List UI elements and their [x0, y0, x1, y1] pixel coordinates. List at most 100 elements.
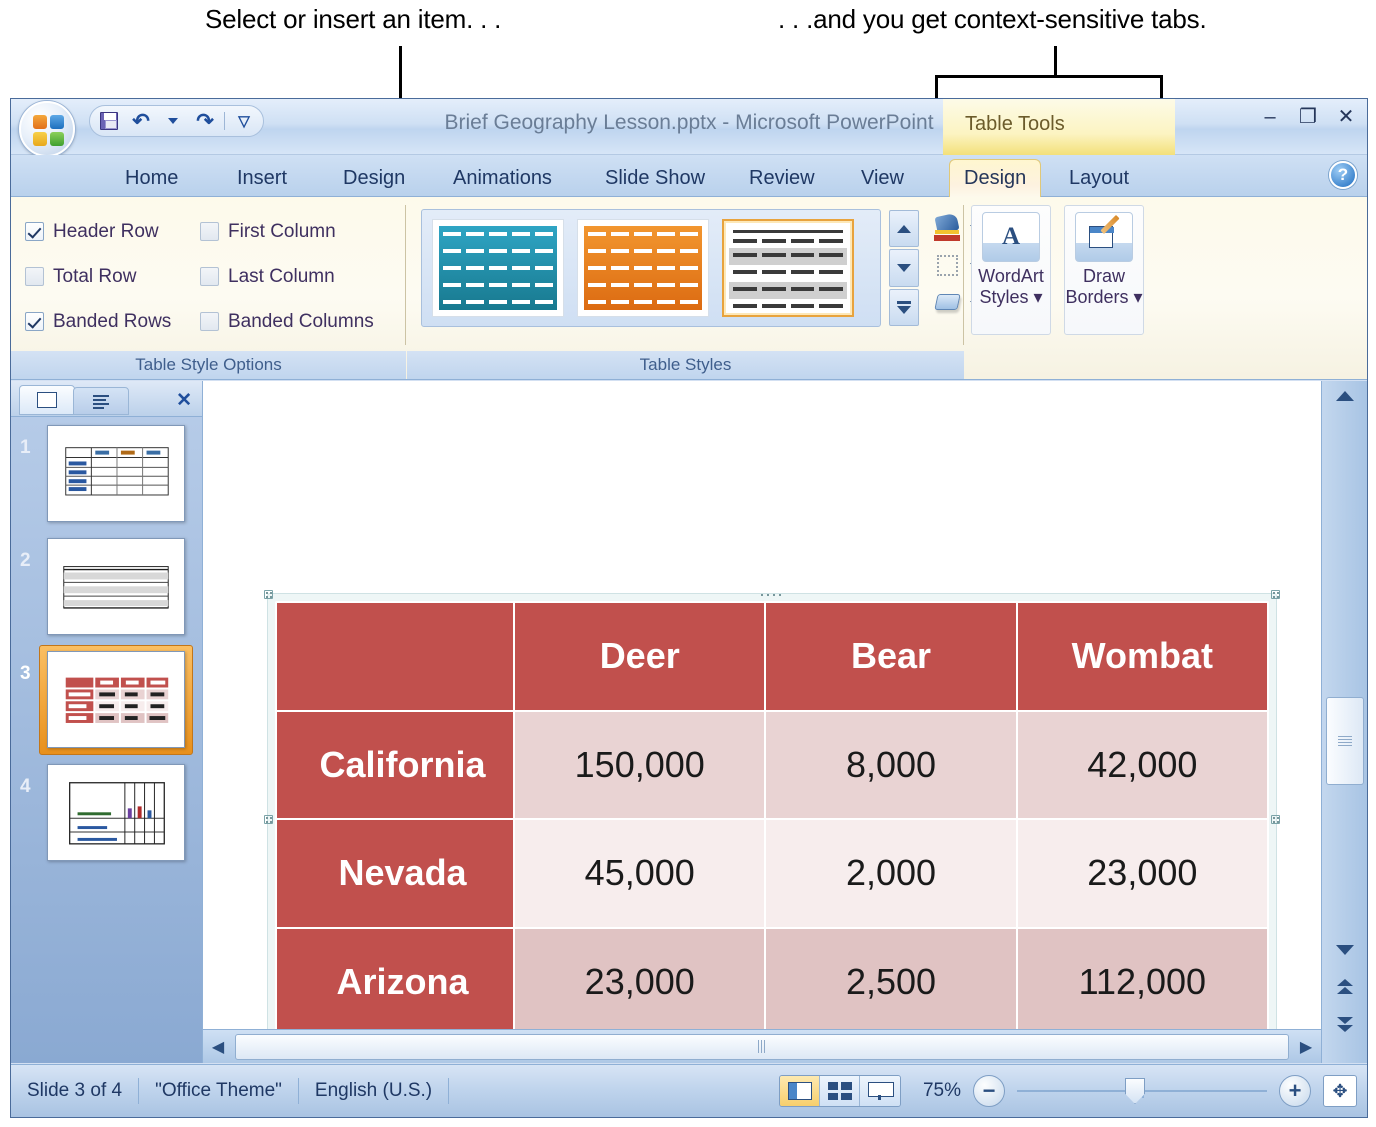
ribbon-group-wordart-styles: A WordArt Styles ▾ — [965, 197, 1057, 379]
table-cell[interactable]: 150,000 — [513, 709, 767, 820]
horizontal-scroll-thumb[interactable] — [235, 1033, 1289, 1060]
caret-up-icon — [1335, 391, 1354, 401]
table-row-label-california[interactable]: California — [275, 709, 516, 820]
tab-view[interactable]: View — [847, 159, 918, 197]
gallery-item-table-style-plain[interactable] — [722, 219, 854, 317]
slide-preview — [47, 651, 185, 748]
table-cell[interactable]: 23,000 — [1015, 818, 1269, 929]
next-slide-button[interactable] — [1323, 1009, 1367, 1039]
customize-qat-button[interactable]: ▽ — [231, 109, 257, 133]
slide-editing-area: Deer Bear Wombat California 150,000 8,00… — [202, 381, 1321, 1063]
zoom-in-button[interactable]: + — [1279, 1075, 1311, 1107]
slides-tab[interactable] — [19, 385, 75, 415]
tab-slide-show[interactable]: Slide Show — [591, 159, 719, 197]
vertical-scrollbar[interactable] — [1321, 381, 1367, 1063]
close-button[interactable]: ✕ — [1335, 107, 1357, 127]
help-icon[interactable]: ? — [1329, 161, 1357, 189]
resize-handle-middle-right[interactable] — [1271, 815, 1280, 824]
minimize-button[interactable]: – — [1259, 107, 1281, 127]
previous-slide-button[interactable] — [1323, 971, 1367, 1001]
zoom-level[interactable]: 75% — [913, 1080, 961, 1102]
zoom-out-button[interactable]: − — [973, 1075, 1005, 1107]
table-header-corner[interactable] — [275, 601, 516, 712]
slide-sorter-button[interactable] — [820, 1076, 860, 1106]
wordart-styles-button[interactable]: A WordArt Styles ▾ — [971, 205, 1051, 335]
zoom-slider[interactable] — [1017, 1075, 1267, 1107]
undo-dropdown-button[interactable] — [160, 109, 186, 133]
resize-handle-middle-left[interactable] — [264, 815, 273, 824]
chevron-down-icon[interactable]: ▾ — [1134, 287, 1143, 307]
checkbox-banded-columns[interactable]: Banded Columns — [200, 311, 400, 333]
vertical-scroll-thumb[interactable] — [1325, 697, 1364, 785]
slide-thumbnail-4[interactable]: 4 — [11, 756, 202, 869]
slide-show-button[interactable] — [860, 1076, 900, 1106]
slide-table-selection[interactable]: Deer Bear Wombat California 150,000 8,00… — [264, 590, 1280, 1029]
draw-borders-button[interactable]: Draw Borders ▾ — [1064, 205, 1144, 335]
slide-3-mini — [65, 677, 169, 723]
table-row-label-nevada[interactable]: Nevada — [275, 818, 516, 929]
scroll-left-button[interactable]: ◀ — [203, 1032, 233, 1062]
callout-right-text: . . .and you get context-sensitive tabs. — [778, 4, 1207, 34]
resize-handle-top-center[interactable] — [759, 591, 785, 598]
chevron-down-icon[interactable]: ▾ — [1034, 287, 1043, 307]
outline-tab[interactable] — [73, 387, 129, 415]
redo-icon: ↷ — [196, 109, 214, 133]
gallery-scroll-up-button[interactable] — [889, 210, 919, 248]
tab-insert[interactable]: Insert — [223, 159, 301, 197]
office-button[interactable] — [19, 101, 75, 157]
fit-to-window-button[interactable]: ✥ — [1323, 1075, 1357, 1107]
close-pane-button[interactable]: ✕ — [176, 389, 192, 412]
gallery-scroll-down-button[interactable] — [889, 249, 919, 287]
language-indicator[interactable]: English (U.S.) — [299, 1076, 448, 1106]
undo-button[interactable]: ↶ — [128, 109, 154, 133]
chevron-down-icon: ▽ — [238, 112, 250, 130]
table-header-deer[interactable]: Deer — [513, 601, 767, 712]
table-row-label-arizona[interactable]: Arizona — [275, 926, 516, 1029]
normal-view-button[interactable] — [780, 1076, 820, 1106]
gallery-item-table-style-orange[interactable] — [577, 219, 709, 317]
scroll-up-button[interactable] — [1323, 381, 1367, 411]
horizontal-scrollbar[interactable]: ◀ ▶ — [203, 1029, 1321, 1063]
slide-canvas[interactable]: Deer Bear Wombat California 150,000 8,00… — [203, 381, 1321, 1029]
table-cell[interactable]: 2,500 — [764, 926, 1018, 1029]
tab-table-tools-layout[interactable]: Layout — [1055, 159, 1143, 197]
table-header-bear[interactable]: Bear — [764, 601, 1018, 712]
redo-button[interactable]: ↷ — [192, 109, 218, 133]
table-cell[interactable]: 23,000 — [513, 926, 767, 1029]
tab-table-tools-design[interactable]: Design — [949, 159, 1042, 197]
slide-counter: Slide 3 of 4 — [27, 1080, 123, 1101]
resize-handle-top-right[interactable] — [1271, 590, 1280, 599]
tab-home[interactable]: Home — [111, 159, 192, 197]
zoom-slider-handle[interactable] — [1125, 1078, 1145, 1104]
gallery-item-table-style-teal[interactable] — [432, 219, 564, 317]
scroll-down-button[interactable] — [1323, 935, 1367, 965]
tab-review[interactable]: Review — [735, 159, 829, 197]
checkbox-last-column[interactable]: Last Column — [200, 266, 400, 288]
resize-handle-top-left[interactable] — [264, 590, 273, 599]
slide-thumbnail-2[interactable]: 2 — [11, 530, 202, 643]
theme-name[interactable]: "Office Theme" — [139, 1076, 298, 1106]
checkbox-header-row[interactable]: Header Row — [25, 221, 200, 243]
slide-thumbnail-3[interactable]: 3 — [11, 643, 202, 756]
scroll-right-button[interactable]: ▶ — [1291, 1032, 1321, 1062]
gallery-more-button[interactable] — [889, 288, 919, 326]
table-cell[interactable]: 112,000 — [1015, 926, 1269, 1029]
checkbox-total-row[interactable]: Total Row — [25, 266, 200, 288]
restore-button[interactable]: ❐ — [1297, 107, 1319, 127]
slide-table[interactable]: Deer Bear Wombat California 150,000 8,00… — [275, 601, 1269, 1029]
table-cell[interactable]: 2,000 — [764, 818, 1018, 929]
save-button[interactable] — [96, 109, 122, 133]
checkbox-icon-unchecked — [200, 312, 219, 331]
slide-thumbnail-1[interactable]: 1 — [11, 417, 202, 530]
tab-animations[interactable]: Animations — [439, 159, 566, 197]
table-cell[interactable]: 45,000 — [513, 818, 767, 929]
bar-icon — [897, 300, 911, 304]
checkbox-first-column[interactable]: First Column — [200, 221, 400, 243]
slide-number: 2 — [20, 550, 31, 571]
double-caret-up-icon — [1336, 978, 1353, 986]
checkbox-banded-rows[interactable]: Banded Rows — [25, 311, 200, 333]
table-cell[interactable]: 42,000 — [1015, 709, 1269, 820]
tab-design[interactable]: Design — [329, 159, 419, 197]
table-header-wombat[interactable]: Wombat — [1015, 601, 1269, 712]
table-cell[interactable]: 8,000 — [764, 709, 1018, 820]
